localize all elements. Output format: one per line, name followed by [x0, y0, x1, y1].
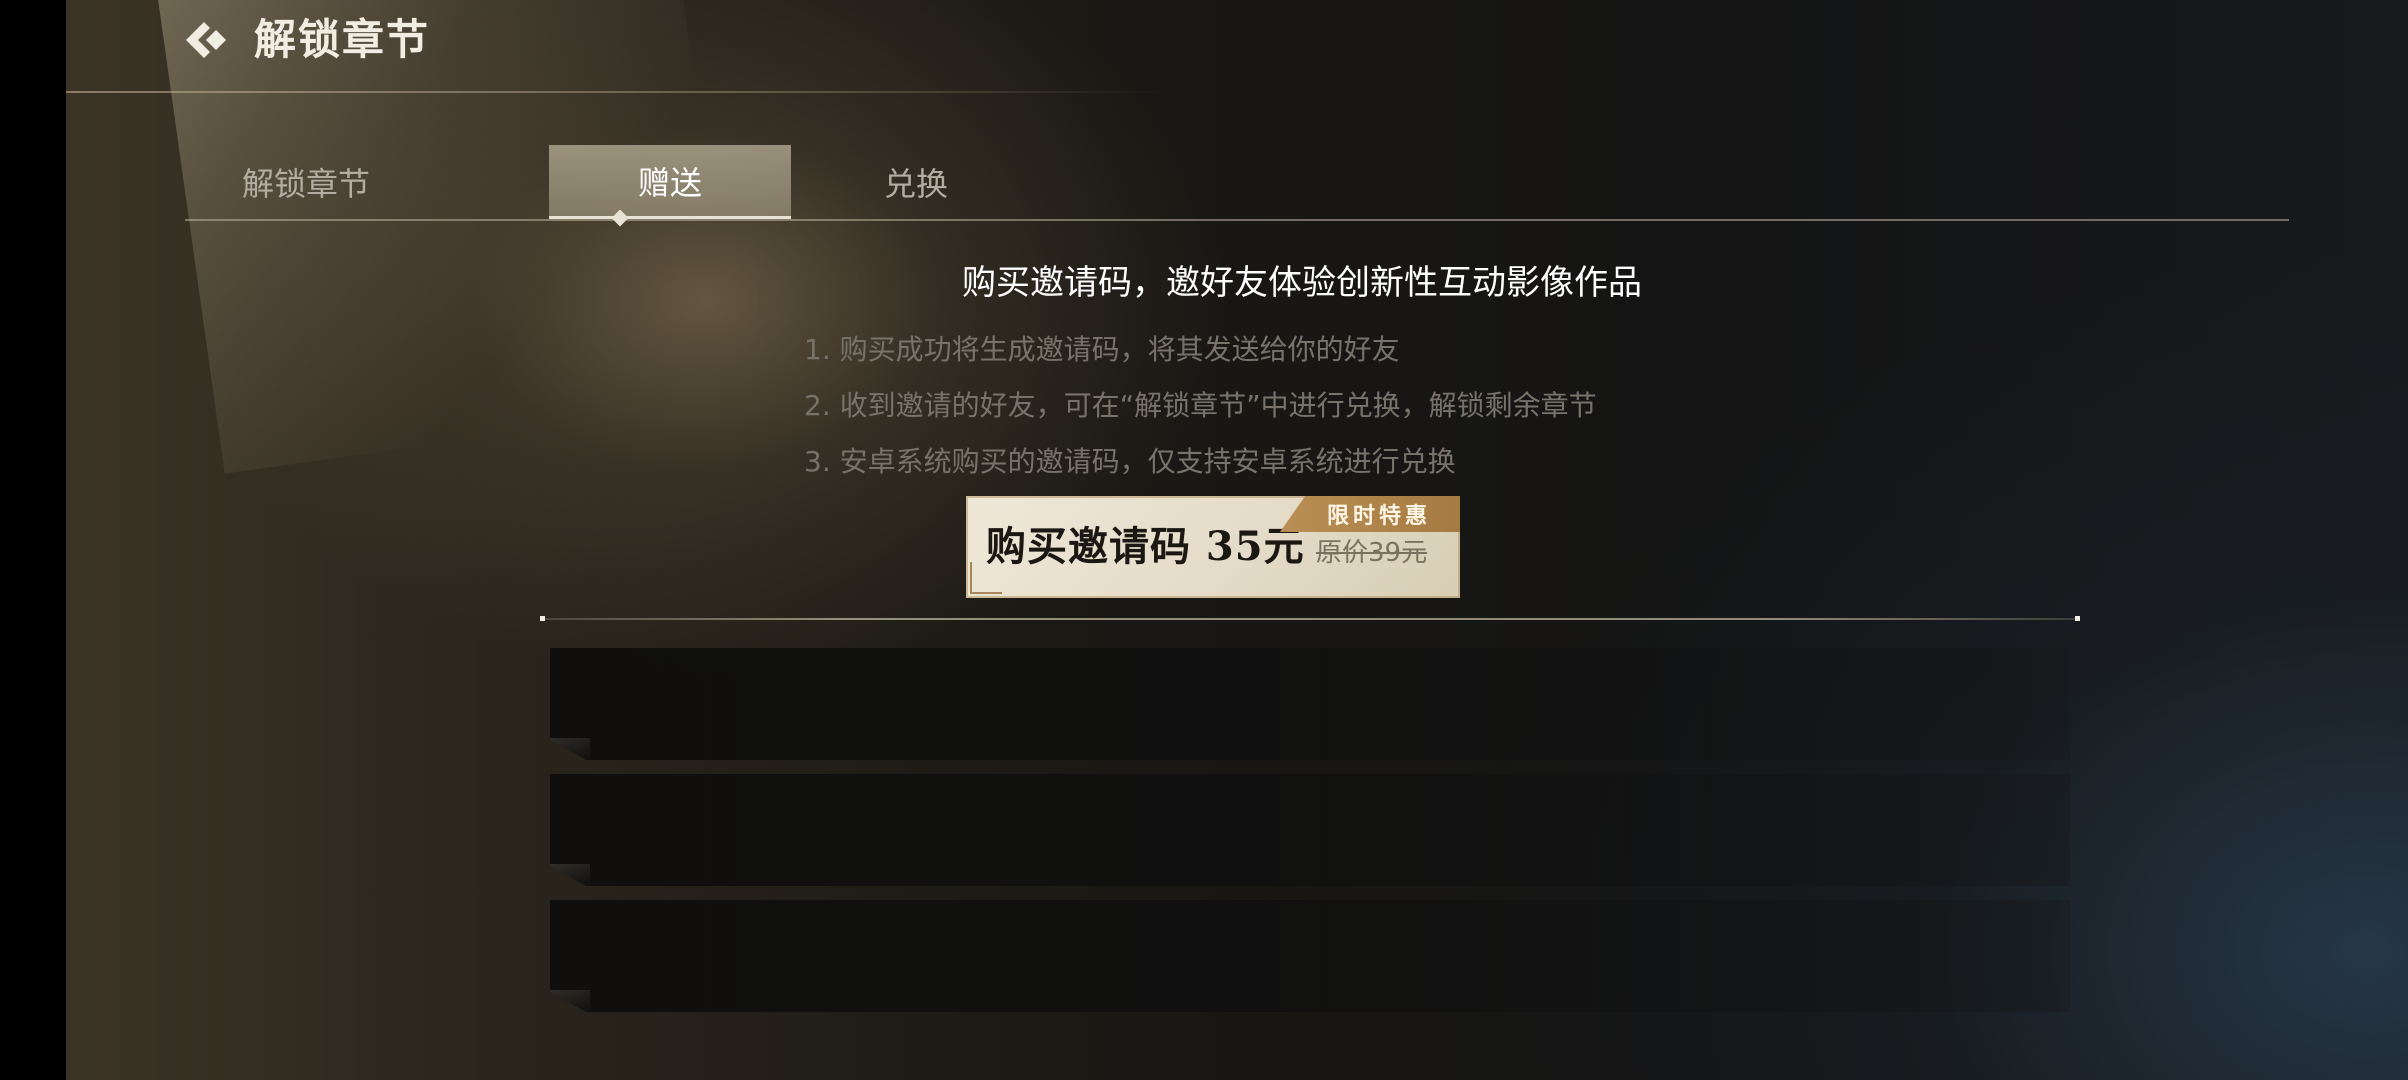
divider-dot [540, 616, 545, 621]
header: 解锁章节 [66, 0, 2408, 93]
rule-item: 3. 安卓系统购买的邀请码，仅支持安卓系统进行兑换 [804, 445, 1456, 478]
slot-edge [550, 864, 590, 886]
limited-offer-badge: 限时特惠 [1280, 496, 1460, 532]
back-button[interactable] [182, 18, 230, 62]
invite-code-slot [550, 648, 2070, 760]
unlock-panel: 解锁章节 解锁章节 赠送 兑换 购买邀请码，邀好友体验创新性互动影像作品 1. … [66, 0, 2408, 1080]
app-screen: 解锁章节 解锁章节 赠送 兑换 购买邀请码，邀好友体验创新性互动影像作品 1. … [0, 0, 2408, 1080]
tab-redeem[interactable]: 兑换 [795, 145, 1037, 219]
slot-edge [550, 738, 590, 760]
invite-code-list [550, 648, 2070, 1026]
chevron-diamond-back-icon [186, 22, 226, 58]
page-title: 解锁章节 [254, 15, 431, 64]
gift-headline: 购买邀请码，邀好友体验创新性互动影像作品 [962, 263, 1642, 303]
rule-item: 1. 购买成功将生成邀请码，将其发送给你的好友 [804, 333, 1400, 366]
slot-edge [550, 990, 590, 1012]
tab-underline [185, 219, 2289, 221]
gift-rules-list: 1. 购买成功将生成邀请码，将其发送给你的好友 2. 收到邀请的好友，可在“解锁… [804, 322, 1597, 490]
tab-bar: 解锁章节 赠送 兑换 [185, 145, 2289, 222]
invite-code-slot [550, 774, 2070, 886]
buy-invite-code-button[interactable]: 购买邀请码 35元 原价39元 限时特惠 [966, 496, 1460, 598]
buy-button-label: 购买邀请码 35元 [986, 523, 1305, 570]
left-black-bar [0, 0, 66, 1080]
invite-code-slot [550, 900, 2070, 1012]
tab-gift[interactable]: 赠送 [549, 145, 791, 219]
tab-unlock-chapter[interactable]: 解锁章节 [185, 145, 427, 219]
header-divider [66, 91, 1166, 93]
section-divider [540, 616, 2080, 621]
original-price: 原价39元 [1316, 538, 1428, 568]
rule-item: 2. 收到邀请的好友，可在“解锁章节”中进行兑换，解锁剩余章节 [804, 389, 1597, 422]
divider-dot [2075, 616, 2080, 621]
